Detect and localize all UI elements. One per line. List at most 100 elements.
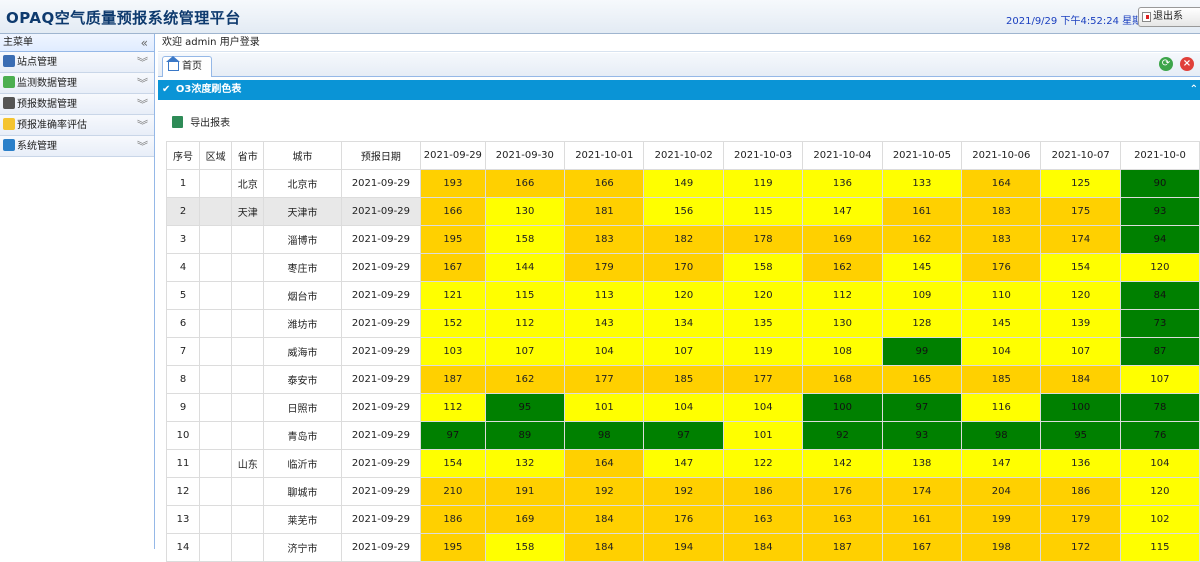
column-header[interactable]: 2021-10-01 xyxy=(564,141,645,170)
chevron-down-icon[interactable]: ︾ xyxy=(137,115,148,136)
o3-value-cell: 112 xyxy=(802,281,883,310)
city-cell: 聊城市 xyxy=(263,477,342,506)
o3-value-cell: 166 xyxy=(564,169,645,198)
city-cell: 潍坊市 xyxy=(263,309,342,338)
logout-button[interactable]: 退出系 xyxy=(1138,7,1200,27)
table-header-row: 序号 区域 省市 城市 预报日期 2021-09-29 2021-09-30 2021-10-… xyxy=(165,141,1200,170)
column-header[interactable]: 2021-10-07 xyxy=(1040,141,1121,170)
row-number: 10 xyxy=(165,421,201,450)
o3-value-cell: 179 xyxy=(564,253,645,282)
o3-value-cell: 115 xyxy=(1119,533,1200,562)
column-header[interactable]: 城市 xyxy=(263,141,342,170)
region-cell xyxy=(199,309,233,338)
o3-value-cell: 149 xyxy=(643,169,724,198)
table-row[interactable]: 11 山东 临沂市 2021-09-29 154 132 164 147 122 142 138 14… xyxy=(165,449,1200,478)
table-row[interactable]: 1 北京 北京市 2021-09-29 193 166 166 149 119 136 133 164… xyxy=(165,169,1200,198)
forecast-date-cell: 2021-09-29 xyxy=(340,365,422,394)
sidebar-item-2[interactable]: 预报数据管理 ︾ xyxy=(0,94,154,115)
column-header[interactable]: 2021-10-02 xyxy=(643,141,724,170)
table-row[interactable]: 14 济宁市 2021-09-29 195 158 184 194 184 187 167 198 1… xyxy=(165,533,1200,562)
table-row[interactable]: 8 泰安市 2021-09-29 187 162 177 185 177 168 165 185 18… xyxy=(165,365,1200,394)
o3-value-cell: 184 xyxy=(564,505,645,534)
o3-value-cell: 99 xyxy=(881,337,963,366)
o3-value-cell: 115 xyxy=(722,197,804,226)
province-cell xyxy=(231,337,265,366)
province-cell xyxy=(231,477,265,506)
table-row[interactable]: 2 天津 天津市 2021-09-29 166 130 181 156 115 147 161 183… xyxy=(165,197,1200,226)
region-cell xyxy=(199,505,233,534)
o3-value-cell: 119 xyxy=(722,337,804,366)
chevron-down-icon[interactable]: ︾ xyxy=(137,136,148,157)
table-row[interactable]: 5 烟台市 2021-09-29 121 115 113 120 120 112 109 110 12… xyxy=(165,281,1200,310)
o3-value-cell: 187 xyxy=(420,365,486,394)
row-number: 4 xyxy=(165,253,201,282)
panel-header: ✔ O3浓度刷色表 ⌃ xyxy=(158,80,1200,100)
table-row[interactable]: 9 日照市 2021-09-29 112 95 101 104 104 100 97 116 100 7… xyxy=(165,393,1200,422)
row-number: 7 xyxy=(165,337,201,366)
o3-value-cell: 145 xyxy=(961,309,1042,338)
sidebar-item-0[interactable]: 站点管理 ︾ xyxy=(0,52,154,73)
table-row[interactable]: 3 淄博市 2021-09-29 195 158 183 182 178 169 162 183 17… xyxy=(165,225,1200,254)
sidebar-item-3[interactable]: 预报准确率评估 ︾ xyxy=(0,115,154,136)
column-header[interactable]: 序号 xyxy=(165,141,201,170)
o3-value-cell: 76 xyxy=(1119,421,1200,450)
column-header[interactable]: 预报日期 xyxy=(340,141,422,170)
sidebar-item-1[interactable]: 监测数据管理 ︾ xyxy=(0,73,154,94)
o3-value-cell: 176 xyxy=(643,505,724,534)
column-header[interactable]: 2021-10-06 xyxy=(961,141,1042,170)
tab-home[interactable]: 首页 xyxy=(162,56,212,77)
close-icon[interactable]: × xyxy=(1180,57,1194,71)
pin-icon[interactable]: ⌃ xyxy=(1190,80,1198,100)
column-header[interactable]: 区域 xyxy=(199,141,233,170)
o3-value-cell: 210 xyxy=(420,477,486,506)
city-cell: 济宁市 xyxy=(263,533,342,562)
column-header[interactable]: 2021-10-04 xyxy=(802,141,883,170)
chevron-down-icon[interactable]: ︾ xyxy=(137,73,148,94)
chevron-down-icon[interactable]: ︾ xyxy=(137,94,148,115)
o3-value-cell: 147 xyxy=(802,197,883,226)
row-number: 2 xyxy=(165,197,201,226)
o3-value-cell: 166 xyxy=(420,197,486,226)
table-row[interactable]: 6 潍坊市 2021-09-29 152 112 143 134 135 130 128 145 13… xyxy=(165,309,1200,338)
row-number: 3 xyxy=(165,225,201,254)
o3-value-cell: 177 xyxy=(564,365,645,394)
o3-value-cell: 162 xyxy=(484,365,566,394)
column-header[interactable]: 2021-09-30 xyxy=(484,141,566,170)
collapse-sidebar-icon[interactable]: « xyxy=(141,34,148,52)
table-row[interactable]: 4 枣庄市 2021-09-29 167 144 179 170 158 162 145 176 15… xyxy=(165,253,1200,282)
table-row[interactable]: 10 青岛市 2021-09-29 97 89 98 97 101 92 93 98 95 76 xyxy=(165,421,1200,450)
sidebar-title: 主菜单 xyxy=(3,37,33,48)
forecast-date-cell: 2021-09-29 xyxy=(340,449,422,478)
o3-value-cell: 136 xyxy=(802,169,883,198)
o3-value-cell: 94 xyxy=(1119,225,1200,254)
city-cell: 日照市 xyxy=(263,393,342,422)
o3-value-cell: 121 xyxy=(420,281,486,310)
export-button[interactable]: 导出报表 xyxy=(172,116,230,132)
o3-value-cell: 116 xyxy=(961,393,1042,422)
forecast-date-cell: 2021-09-29 xyxy=(340,477,422,506)
sidebar-item-label: 监测数据管理 xyxy=(17,78,77,89)
o3-value-cell: 134 xyxy=(643,309,724,338)
row-number: 14 xyxy=(165,533,201,562)
chevron-down-icon[interactable]: ︾ xyxy=(137,52,148,73)
refresh-icon[interactable]: ⟳ xyxy=(1159,57,1173,71)
o3-value-cell: 198 xyxy=(961,533,1042,562)
province-cell xyxy=(231,365,265,394)
column-header[interactable]: 2021-09-29 xyxy=(420,141,486,170)
table-row[interactable]: 13 莱芜市 2021-09-29 186 169 184 176 163 163 161 199 1… xyxy=(165,505,1200,534)
column-header[interactable]: 2021-10-03 xyxy=(722,141,804,170)
column-header[interactable]: 2021-10-0 xyxy=(1119,141,1200,170)
row-number: 12 xyxy=(165,477,201,506)
row-number: 11 xyxy=(165,449,201,478)
o3-value-cell: 185 xyxy=(643,365,724,394)
province-cell xyxy=(231,309,265,338)
province-cell xyxy=(231,505,265,534)
column-header[interactable]: 2021-10-05 xyxy=(881,141,963,170)
o3-value-cell: 119 xyxy=(722,169,804,198)
table-row[interactable]: 12 聊城市 2021-09-29 210 191 192 192 186 176 174 204 1… xyxy=(165,477,1200,506)
column-header[interactable]: 省市 xyxy=(231,141,265,170)
table-row[interactable]: 7 威海市 2021-09-29 103 107 104 107 119 108 99 104 107… xyxy=(165,337,1200,366)
province-cell xyxy=(231,421,265,450)
o3-value-cell: 108 xyxy=(802,337,883,366)
sidebar-item-4[interactable]: 系统管理 ︾ xyxy=(0,136,154,157)
